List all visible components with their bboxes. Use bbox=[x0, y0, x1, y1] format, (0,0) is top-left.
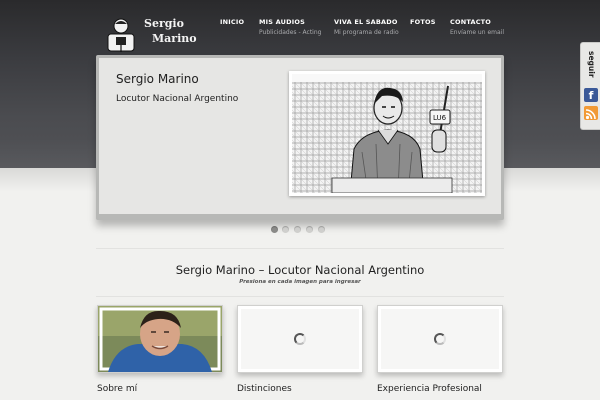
card-experiencia-profesional[interactable]: Experiencia Profesional bbox=[377, 305, 503, 394]
rss-glyph-icon bbox=[585, 109, 596, 120]
slider-dot[interactable] bbox=[294, 226, 301, 233]
card-image[interactable] bbox=[97, 305, 223, 373]
section-subtitle: Presiona en cada imagen para ingresar bbox=[239, 279, 361, 285]
nav-label: FOTOS bbox=[410, 18, 436, 26]
divider bbox=[96, 248, 504, 249]
logo-line-2: Marino bbox=[152, 32, 197, 45]
card-label[interactable]: Experiencia Profesional bbox=[377, 384, 482, 394]
nav-item-contacto[interactable]: CONTACTO Envíame un email bbox=[450, 18, 504, 36]
card-label[interactable]: Sobre mí bbox=[97, 384, 137, 394]
slider-dot[interactable] bbox=[271, 226, 278, 233]
loading-spinner-icon bbox=[434, 333, 446, 345]
social-follow-tab: seguir f bbox=[580, 42, 600, 130]
nav-label: MIS AUDIOS bbox=[259, 18, 305, 26]
slider-dot[interactable] bbox=[318, 226, 325, 233]
site-logo[interactable]: Sergio Marino bbox=[104, 15, 197, 55]
nav-item-mis-audios[interactable]: MIS AUDIOS Publicidades - Acting bbox=[259, 18, 321, 36]
rss-icon[interactable] bbox=[584, 106, 598, 120]
nav-sublabel: Mi programa de radio bbox=[334, 29, 399, 36]
logo-line-1: Sergio bbox=[144, 17, 184, 30]
nav-sublabel: Envíame un email bbox=[450, 29, 504, 36]
slide: Sergio Marino Locutor Nacional Argentino bbox=[99, 58, 501, 214]
nav-label: CONTACTO bbox=[450, 18, 492, 26]
radio-studio-photo-icon: LU6 bbox=[292, 74, 482, 193]
slide-title: Sergio Marino bbox=[116, 72, 199, 86]
facebook-icon[interactable]: f bbox=[584, 88, 598, 102]
divider bbox=[96, 296, 504, 297]
featured-slider: Sergio Marino Locutor Nacional Argentino bbox=[96, 55, 504, 220]
nav-sublabel: Publicidades - Acting bbox=[259, 29, 322, 36]
card-image[interactable] bbox=[237, 305, 363, 373]
slider-dot[interactable] bbox=[306, 226, 313, 233]
card-sobre-mi[interactable]: Sobre mí bbox=[97, 305, 223, 394]
card-image[interactable] bbox=[377, 305, 503, 373]
logo-figure-icon bbox=[107, 18, 135, 52]
follow-label[interactable]: seguir bbox=[584, 45, 598, 83]
nav-label: VIVA EL SABADO bbox=[334, 18, 398, 26]
mic-flag-text: LU6 bbox=[433, 114, 447, 122]
slide-photo[interactable]: LU6 bbox=[289, 71, 485, 196]
slider-dot[interactable] bbox=[282, 226, 289, 233]
nav-item-viva-el-sabado[interactable]: VIVA EL SABADO Mi programa de radio bbox=[334, 18, 399, 36]
portrait-photo-icon bbox=[98, 306, 222, 372]
card-distinciones[interactable]: Distinciones bbox=[237, 305, 363, 394]
slide-subtitle: Locutor Nacional Argentino bbox=[116, 94, 239, 104]
nav-label: INICIO bbox=[220, 18, 245, 26]
loading-spinner-icon bbox=[294, 333, 306, 345]
nav-item-fotos[interactable]: FOTOS bbox=[410, 18, 436, 26]
section-title: Sergio Marino – Locutor Nacional Argenti… bbox=[175, 263, 425, 277]
card-label[interactable]: Distinciones bbox=[237, 384, 292, 394]
nav-item-inicio[interactable]: INICIO bbox=[220, 18, 244, 26]
